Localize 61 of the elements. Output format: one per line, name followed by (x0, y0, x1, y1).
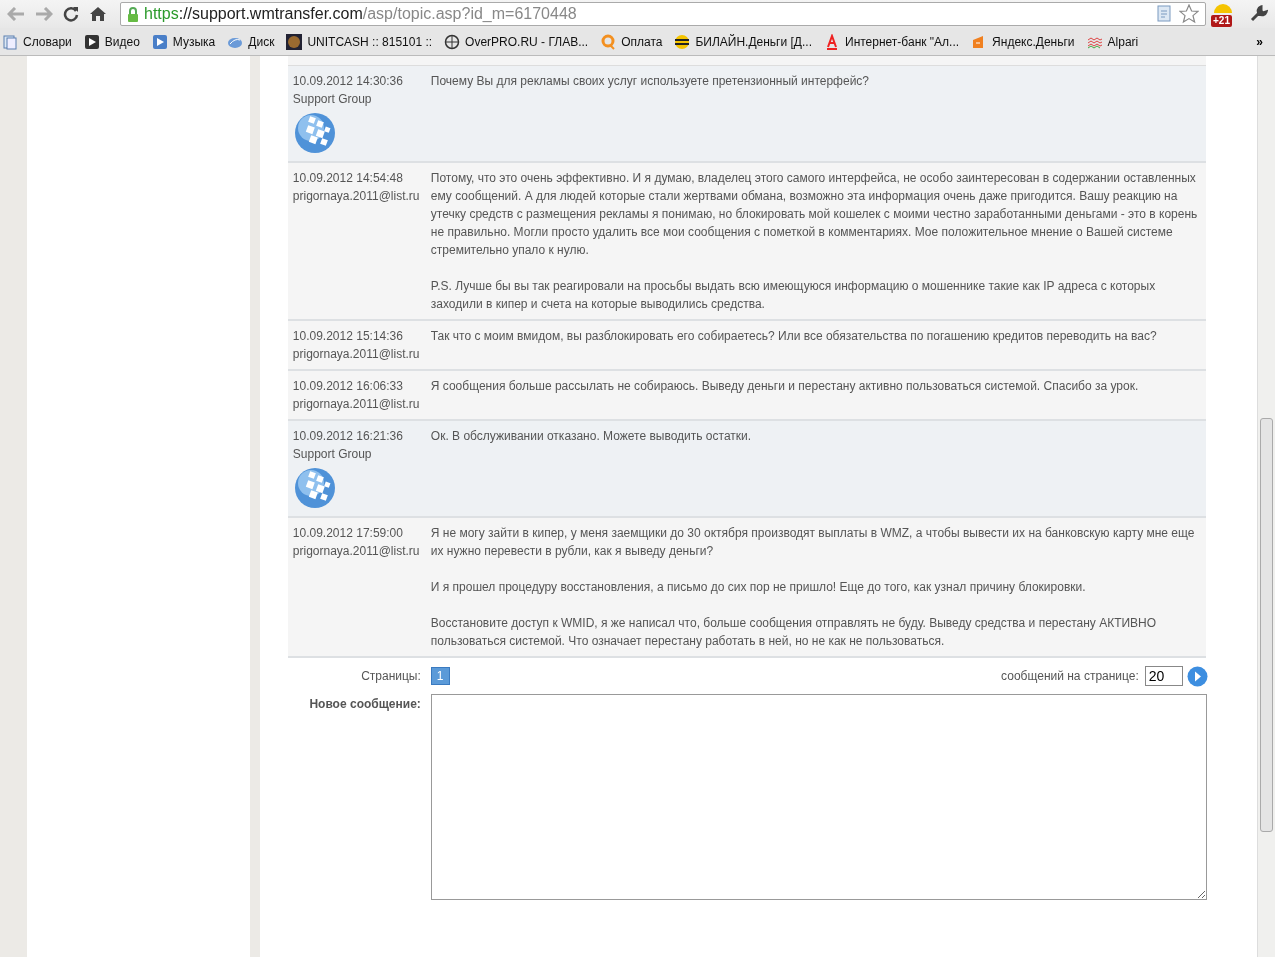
globe-logo-icon (292, 111, 337, 155)
bookmarks-overflow-button[interactable]: » (1256, 34, 1263, 49)
message-date: 10.09.2012 17:59:00 (292, 525, 403, 542)
pages-label: Страницы: (360, 669, 421, 683)
bookmark-link[interactable]: Оплата (600, 33, 663, 50)
globe-logo-icon (292, 466, 337, 510)
bookmark-link[interactable]: Музыка (151, 33, 216, 50)
letter-logo-icon (824, 33, 840, 50)
bookmark-link[interactable]: UNITCASH :: 815101 :: (286, 33, 433, 50)
lock-icon (127, 6, 139, 22)
message-text: Так что с моим вмидом, вы разблокировать его собираетесь? Или все обязательства по погашению кредитов переводить на вас? (430, 328, 1158, 345)
scrollbar-thumb[interactable] (1260, 418, 1273, 832)
reload-icon[interactable] (63, 6, 79, 22)
message-text: Ок. В обслуживании отказано. Можете выводить остатки. (430, 428, 753, 445)
forward-icon[interactable] (35, 7, 53, 21)
play-icon (151, 33, 168, 50)
bookmark-link[interactable]: Словари (2, 33, 72, 50)
message-text: Потому, что это очень эффективно. И я думаю, владелец этого самого интерфейса, не особо заинтересован в содержании оставленных ему сообщений. А для людей которые стали жертвами обмана, возможно эта информация очень даже пригодится. Вашу реакцию на утечку средств с размещения рекламы я понимаю, но блокировать мой кошелек с моими честно заработанными деньгами - это в корень не правильно. Могли просто удалить все мои сообщения с пометкой в комментариях. Мое положительное мнение о Вашей системе стремительно упало к нулю. (430, 170, 1199, 259)
message-text: Почему Вы для рекламы своих услуг используете претензионный интерфейс? (430, 73, 871, 90)
url-text: https://support.wmtransfer.com/asp/topic.asp?id_m=6170448 (144, 5, 578, 23)
new-message-label: Новое сообщение: (308, 697, 421, 711)
message-text: Восстановите доступ к WMID, я же написал что, больше сообщения отправлять не буду. Выведу средства и перестану АКТИВНО пользоваться системой. Что означает перестану работать в ней, но не как не пользоваться. (430, 615, 1158, 650)
ring-icon (600, 33, 617, 50)
message-author: prigornaya.2011@list.ru (292, 188, 420, 205)
message-author: Support Group (292, 91, 372, 108)
message-text: И я прошел процедуру восстановления, а письмо до сих пор не пришло! Еще до того, как узнал причину блокировки. (430, 579, 1087, 596)
bookmark-link[interactable]: Видео (83, 33, 140, 50)
play-button-icon[interactable] (1186, 665, 1208, 687)
bookmark-link[interactable]: Яндекс.Деньги (971, 33, 1075, 50)
bookmark-link[interactable]: Интернет-банк "Ал... (824, 33, 960, 50)
message-date: 10.09.2012 16:06:33 (292, 378, 403, 395)
crosshair-icon (444, 33, 461, 50)
back-icon[interactable] (7, 7, 25, 21)
book-icon (2, 33, 18, 50)
message-input-field[interactable] (430, 694, 1207, 900)
message-date: 10.09.2012 15:14:36 (292, 328, 403, 345)
address-bar[interactable]: https://support.wmtransfer.com/asp/topic.asp?id_m=6170448 (120, 2, 1206, 26)
message-author: prigornaya.2011@list.ru (292, 543, 420, 560)
home-icon[interactable] (89, 6, 107, 22)
message-author: prigornaya.2011@list.ru (292, 346, 420, 363)
star-icon[interactable] (1179, 4, 1199, 24)
message-text: Я не могу зайти в кипер, у меня заемщики до 30 октября производят выплаты в WMZ, а чтобы вывести их на банковскую карту мне еще их нужно перевести в рубли, как я выведу деньги? (430, 525, 1196, 560)
per-page-label: сообщений на странице: (1001, 669, 1139, 683)
play-icon (83, 33, 100, 50)
message-date: 10.09.2012 14:30:36 (292, 73, 403, 90)
bookmark-link[interactable]: OverPRO.RU - ГЛАВ... (444, 33, 589, 50)
message-date: 10.09.2012 16:21:36 (292, 428, 403, 445)
per-page-field[interactable]: 20 (1144, 666, 1183, 686)
striped-ball-icon (674, 33, 691, 50)
bookmark-link[interactable]: БИЛАЙН.Деньги [Д... (674, 33, 812, 50)
bookmark-link[interactable]: Диск (227, 33, 275, 50)
message-author: prigornaya.2011@list.ru (292, 396, 420, 413)
message-text: P.S. Лучше бы вы так реагировали на просьбы выдать всю имеющуюся информацию о мошеннике такие как IP адреса с которых заходили в кипер и счета на которые выводились средства. (430, 278, 1157, 313)
message-date: 10.09.2012 14:54:48 (292, 170, 403, 187)
message-text: Я сообщения больше рассылать не собираюсь. Выведу деньги и перестану активно пользоваться системой. Спасибо за урок. (430, 378, 1140, 395)
page-icon[interactable] (1156, 5, 1174, 23)
wrench-icon[interactable] (1250, 5, 1268, 23)
scrollbar[interactable] (1257, 56, 1275, 957)
bookmark-link[interactable]: Alpari (1086, 33, 1139, 50)
message-author: Support Group (292, 446, 372, 463)
coin-icon (286, 33, 303, 50)
